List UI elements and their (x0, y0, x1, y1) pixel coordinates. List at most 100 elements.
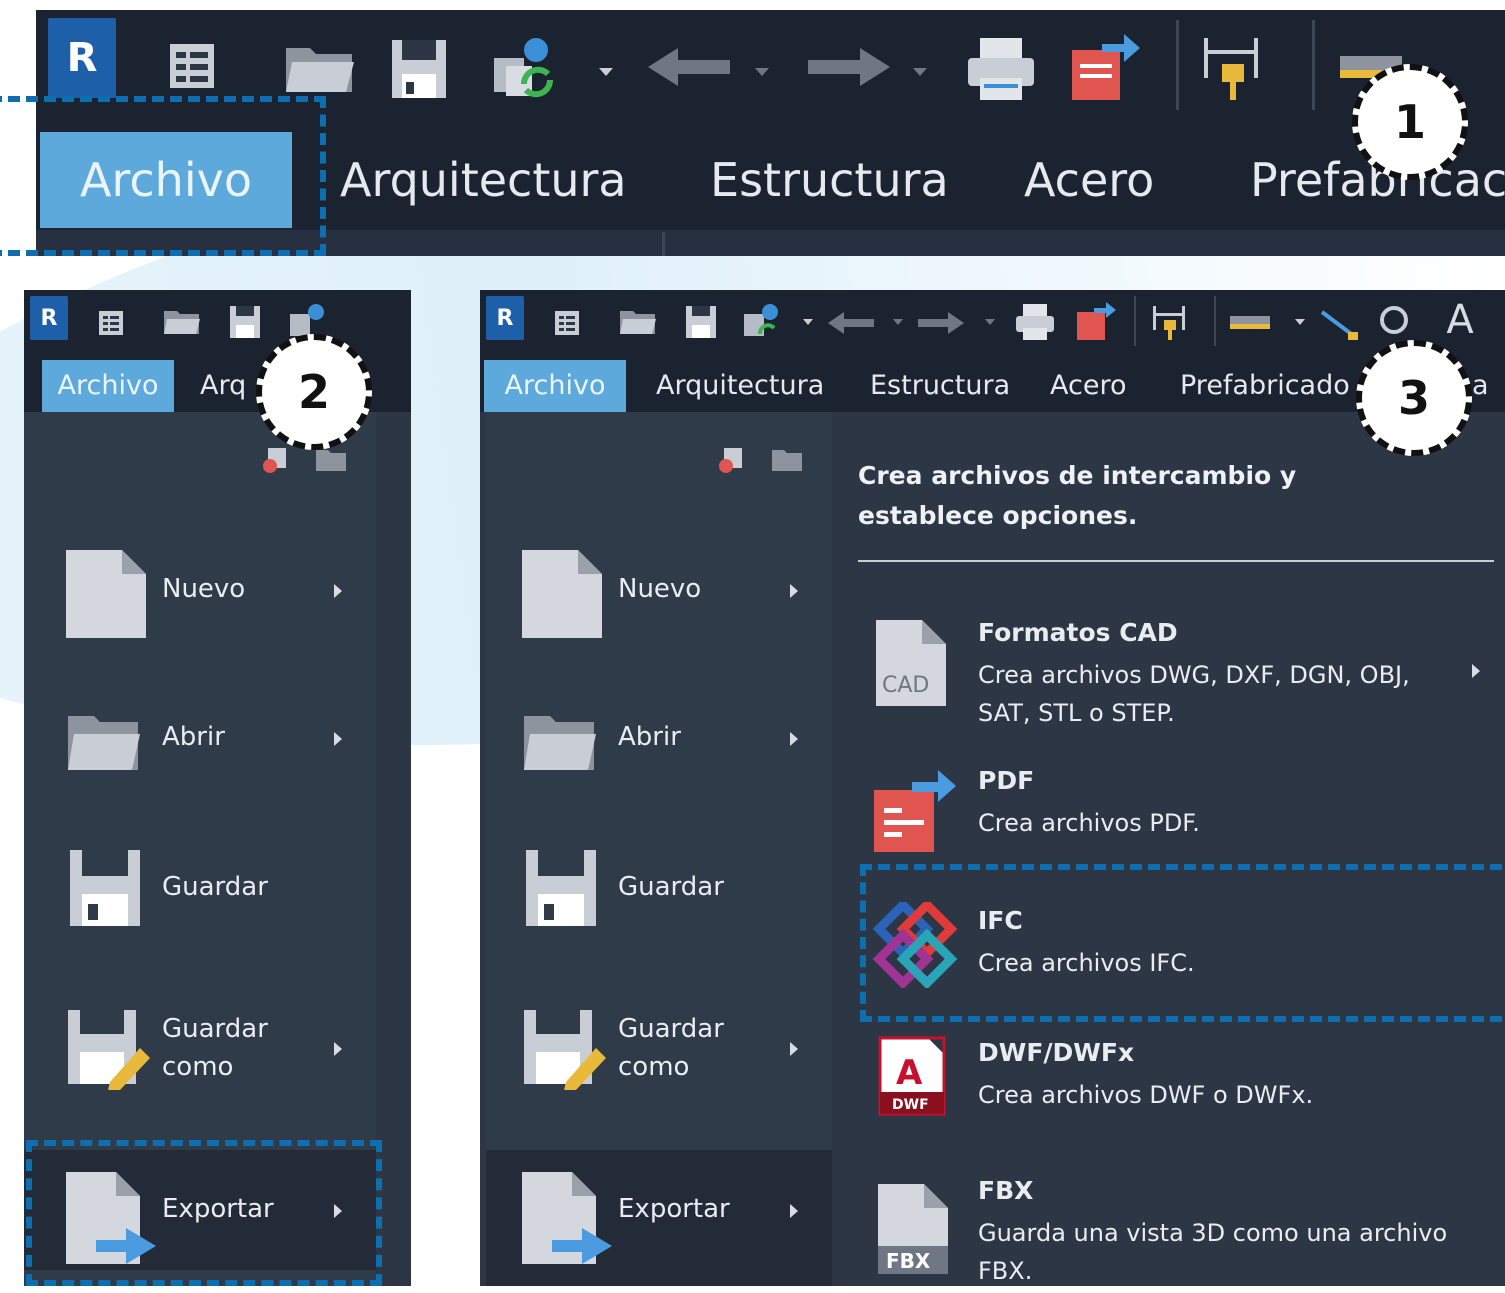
align-dimension-icon[interactable] (1150, 300, 1190, 344)
highlight-ifc (860, 864, 1505, 1022)
menu-item-label: Nuevo (618, 574, 702, 604)
save-as-icon (524, 1010, 606, 1090)
new-file-icon (522, 550, 602, 638)
save-icon[interactable] (228, 304, 262, 340)
save-icon (70, 850, 140, 926)
sync-icon[interactable] (740, 300, 790, 344)
submenu-arrow-icon (334, 732, 342, 746)
open-documents-icon[interactable] (314, 446, 348, 474)
callout-2: 2 (256, 334, 372, 450)
revit-logo-icon[interactable]: R (30, 296, 68, 340)
recent-files-icon[interactable] (260, 446, 290, 474)
file-menu: Nuevo Abrir Guardar Guardar como Exportar (486, 412, 832, 1286)
tab-estructura[interactable]: Estructura (870, 360, 1010, 412)
highlight-exportar (26, 1140, 382, 1286)
toolbar-separator (1176, 20, 1179, 110)
tab-prefabricado[interactable]: Prefabricado (1180, 360, 1350, 412)
open-folder-icon[interactable] (618, 306, 658, 338)
tab-arquitectura[interactable]: Arquitectura (340, 132, 627, 228)
tab-acero[interactable]: Acero (1024, 132, 1154, 228)
export-item-desc: Crea archivos DWF o DWFx. (978, 1081, 1314, 1109)
properties-icon[interactable] (96, 308, 126, 338)
open-documents-icon[interactable] (770, 446, 804, 474)
aligned-dimension-icon[interactable] (1318, 302, 1362, 342)
align-dimension-icon[interactable] (1198, 28, 1268, 104)
submenu-arrow-icon (334, 584, 342, 598)
export-item-cad[interactable]: CAD Formatos CAD Crea archivos DWG, DXF,… (832, 598, 1505, 727)
export-item-title: DWF/DWFx (978, 1038, 1135, 1067)
redo-icon[interactable] (916, 310, 966, 336)
menu-item-nuevo[interactable]: Nuevo (486, 544, 832, 644)
revit-logo-icon[interactable]: R (48, 18, 116, 98)
ribbon-tab-bar: Archivo Arquitectura Estructura Acero Pr… (480, 352, 1505, 412)
undo-icon[interactable] (826, 310, 876, 336)
menu-item-abrir[interactable]: Abrir (24, 702, 376, 792)
open-folder-icon (68, 716, 140, 770)
submenu-header: Crea archivos de intercambio y establece… (858, 461, 1297, 530)
export-item-dwf[interactable]: A DWF DWF/DWFx Crea archivos DWF o DWFx. (832, 1026, 1505, 1136)
quick-access-toolbar: R (24, 290, 411, 352)
menu-item-nuevo[interactable]: Nuevo (24, 544, 376, 644)
export-submenu: Crea archivos de intercambio y establece… (832, 412, 1505, 1286)
menu-item-label: Abrir (618, 722, 681, 752)
panel-2-file-menu: R Archivo Arq Nuevo Abrir Guardar Guarda… (24, 290, 411, 1286)
highlight-archivo-tab (0, 96, 326, 256)
menu-item-label: Guardar como (162, 1014, 268, 1082)
panel-3-export-menu: R A Archivo Arquitectura Estructura Acer… (480, 290, 1505, 1286)
undo-icon[interactable] (644, 44, 734, 90)
chevron-down-icon[interactable] (752, 62, 772, 82)
chevron-down-icon[interactable] (892, 316, 904, 328)
save-icon[interactable] (388, 36, 450, 102)
revit-logo-icon[interactable]: R (486, 296, 524, 340)
menu-item-guardar-como[interactable]: Guardar como (24, 1002, 376, 1102)
submenu-arrow-icon (790, 1042, 798, 1056)
cad-icon-text: CAD (882, 673, 929, 698)
menu-item-label: Exportar (618, 1194, 730, 1224)
menu-item-exportar[interactable]: Exportar (486, 1150, 832, 1286)
pdf-export-icon[interactable] (1074, 300, 1116, 342)
menu-item-guardar-como[interactable]: Guardar como (486, 1002, 832, 1102)
open-folder-icon[interactable] (162, 306, 202, 338)
print-icon[interactable] (1014, 302, 1056, 342)
tab-archivo[interactable]: Archivo (484, 360, 626, 412)
ribbon-divider (662, 232, 665, 256)
tab-archivo[interactable]: Archivo (42, 360, 174, 412)
export-item-fbx[interactable]: FBX FBX Guarda una vista 3D como una arc… (832, 1162, 1505, 1286)
tab-acero[interactable]: Acero (1050, 360, 1126, 412)
open-folder-icon[interactable] (282, 38, 358, 98)
chevron-down-icon[interactable] (1294, 316, 1306, 328)
pdf-export-icon[interactable] (1066, 30, 1142, 104)
toolbar-separator (1134, 296, 1136, 346)
print-icon[interactable] (964, 34, 1038, 104)
chevron-down-icon[interactable] (596, 62, 616, 82)
dwf-icon-text: DWF (892, 1097, 929, 1113)
export-item-pdf[interactable]: PDF Crea archivos PDF. (832, 760, 1505, 860)
export-item-desc: Crea archivos DWG, DXF, DGN, OBJ, SAT, S… (978, 661, 1410, 727)
measure-icon[interactable] (1228, 310, 1272, 334)
export-item-title: Formatos CAD (978, 618, 1178, 647)
tab-arquitectura[interactable]: Arq (200, 360, 246, 412)
sync-icon[interactable] (488, 32, 572, 106)
text-icon[interactable]: A (1440, 294, 1480, 346)
tab-partial[interactable]: a (1472, 360, 1489, 412)
properties-icon[interactable] (552, 308, 582, 338)
chevron-down-icon[interactable] (984, 316, 996, 328)
recent-files-icon[interactable] (716, 446, 746, 474)
save-icon (526, 850, 596, 926)
save-icon[interactable] (684, 304, 718, 340)
callout-1: 1 (1352, 64, 1468, 180)
tag-icon[interactable] (1376, 302, 1412, 342)
chevron-down-icon[interactable] (910, 62, 930, 82)
menu-item-label: Nuevo (162, 574, 246, 604)
tab-arquitectura[interactable]: Arquitectura (656, 360, 824, 412)
chevron-down-icon[interactable] (802, 316, 814, 328)
menu-item-guardar[interactable]: Guardar (486, 844, 832, 934)
redo-icon[interactable] (804, 44, 894, 90)
tab-estructura[interactable]: Estructura (710, 132, 949, 228)
menu-item-guardar[interactable]: Guardar (24, 844, 376, 934)
properties-icon[interactable] (164, 38, 220, 94)
export-item-title: FBX (978, 1176, 1034, 1205)
fbx-icon-text: FBX (886, 1249, 931, 1273)
menu-item-abrir[interactable]: Abrir (486, 702, 832, 792)
submenu-arrow-icon (1472, 664, 1480, 678)
